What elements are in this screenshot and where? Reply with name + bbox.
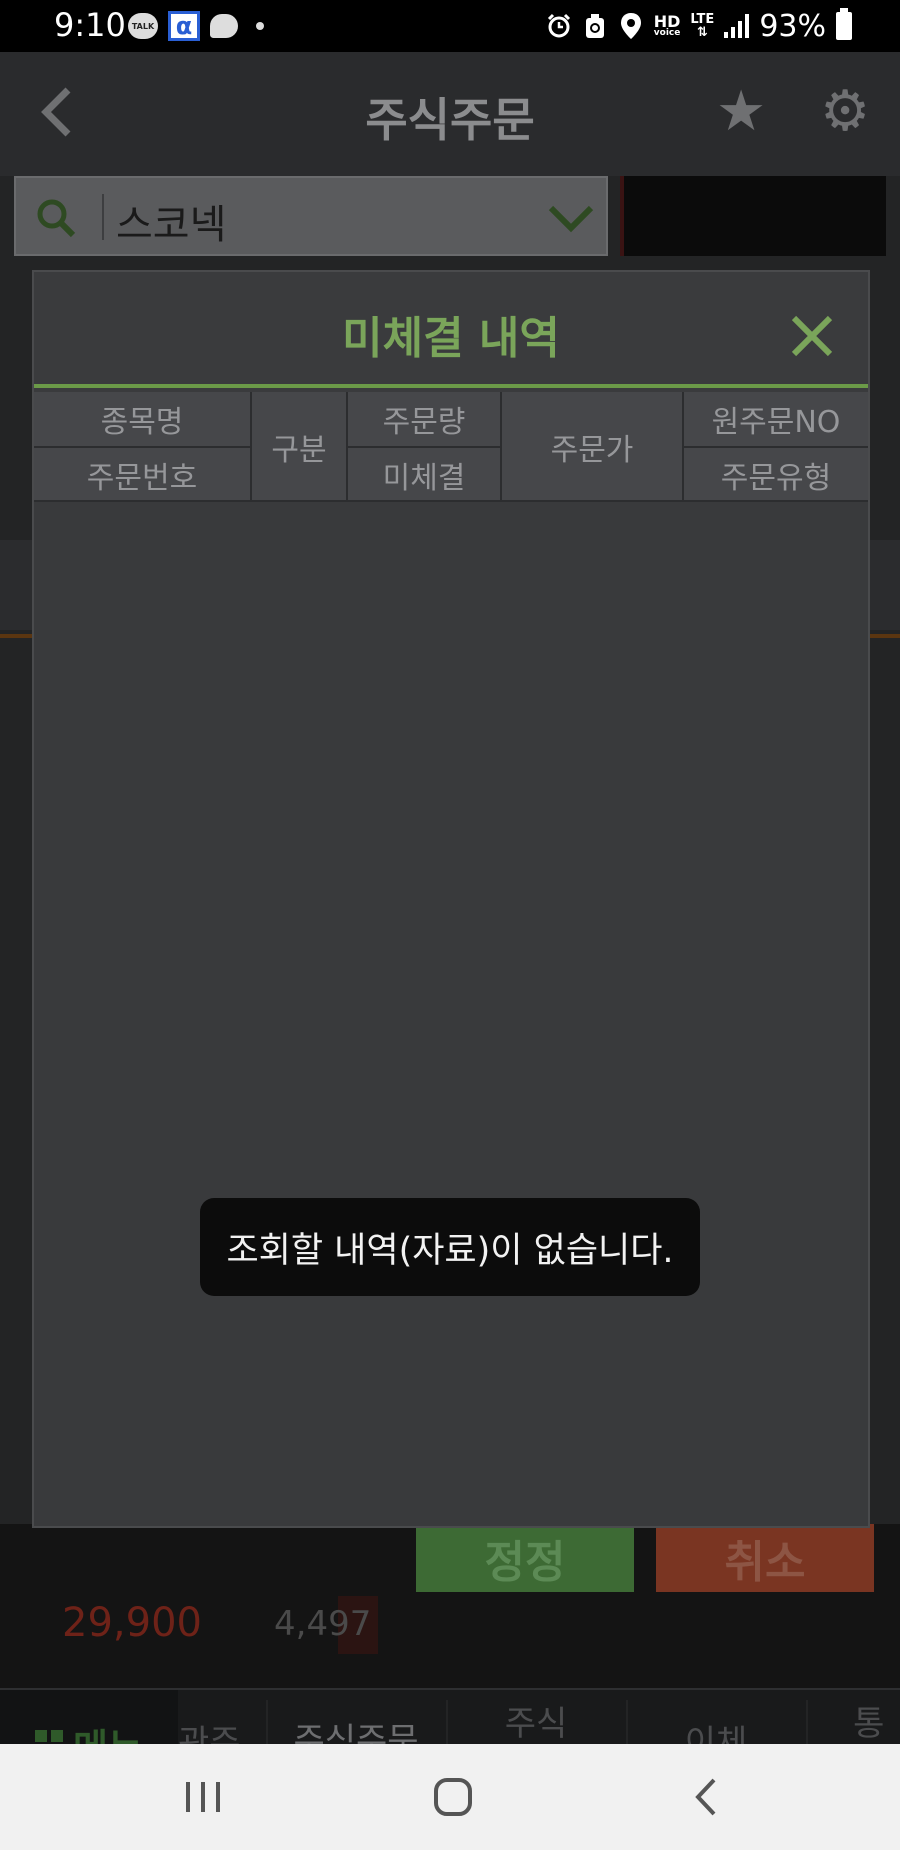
header-divider — [346, 446, 500, 448]
battery-percent: 93% — [759, 8, 826, 44]
header-divider — [682, 446, 868, 448]
col-order-type: 주문유형 — [720, 461, 832, 496]
header-divider — [34, 446, 250, 448]
status-bar: 9:10 TALK α HD voice LTE ⇅ 93% — [0, 0, 900, 52]
dialog-header: 미체결 내역 — [34, 272, 868, 388]
price-panel — [620, 176, 886, 256]
col-original-order-no: 원주문NO — [711, 405, 841, 440]
back-icon[interactable] — [680, 1770, 734, 1824]
header-divider — [500, 392, 502, 502]
orders-list[interactable] — [34, 502, 868, 1526]
app-header: 주식주문 ★ ⚙ — [0, 52, 900, 176]
battery-icon — [836, 8, 852, 40]
kakaotalk-icon: TALK — [128, 13, 158, 39]
modify-button[interactable]: 정정 — [416, 1524, 634, 1592]
stock-search-field[interactable]: 스코넥 — [14, 176, 608, 256]
cancel-button[interactable]: 취소 — [656, 1524, 874, 1592]
col-unfilled: 미체결 — [382, 461, 466, 496]
system-status-icons: HD voice LTE ⇅ 93% — [546, 8, 852, 44]
current-price: 29,900 — [62, 1600, 202, 1646]
col-type: 구분 — [271, 433, 327, 468]
alpha-app-icon: α — [168, 11, 200, 41]
status-time: 9:10 — [54, 6, 126, 44]
star-icon[interactable]: ★ — [716, 84, 766, 140]
dialog-title: 미체결 내역 — [342, 313, 560, 364]
home-icon[interactable] — [426, 1770, 480, 1824]
notification-icons: TALK α — [128, 10, 264, 42]
unfilled-orders-dialog: 미체결 내역 종목명 주문번호 구분 주문량 미체결 주문가 원주문NO 주문유… — [32, 270, 870, 1528]
col-stock-name: 종목명 — [100, 405, 184, 440]
gear-icon[interactable]: ⚙ — [820, 84, 870, 140]
close-icon[interactable] — [790, 314, 834, 358]
voice-label: voice — [653, 28, 681, 39]
recents-icon[interactable] — [176, 1770, 230, 1824]
search-divider — [102, 194, 104, 240]
col-order-number: 주문번호 — [86, 461, 198, 496]
recycle-icon — [582, 13, 608, 39]
empty-result-toast: 조회할 내역(자료)이 없습니다. — [200, 1198, 700, 1296]
search-icon — [36, 198, 76, 238]
system-navigation-bar — [0, 1744, 900, 1850]
col-order-qty: 주문량 — [382, 405, 466, 440]
alarm-icon — [546, 13, 572, 39]
chevron-down-icon[interactable] — [546, 198, 596, 238]
table-header: 종목명 주문번호 구분 주문량 미체결 주문가 원주문NO 주문유형 — [34, 392, 868, 502]
dot-icon — [256, 22, 264, 30]
signal-icon — [724, 14, 750, 38]
location-icon — [618, 13, 644, 39]
search-value: 스코넥 — [116, 202, 227, 248]
volume-value: 4,497 — [274, 1604, 372, 1644]
header-divider — [250, 392, 252, 502]
lte-label: LTE — [690, 12, 715, 27]
hd-voice-icon: HD voice — [653, 13, 681, 39]
lte-icon: LTE ⇅ — [690, 12, 715, 40]
col-order-price: 주문가 — [550, 433, 634, 468]
chat-bubble-icon — [210, 14, 238, 38]
